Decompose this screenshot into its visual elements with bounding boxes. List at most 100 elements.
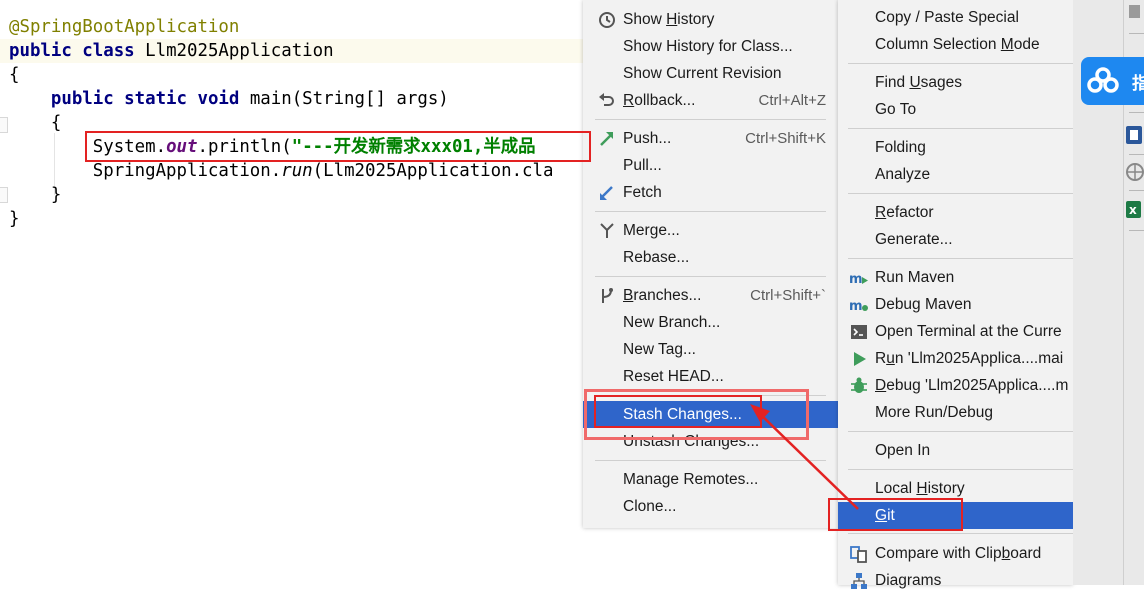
git-menu-item-show-history-for-class[interactable]: Show History for Class...	[583, 33, 838, 60]
git-menu-item-manage-remotes[interactable]: Manage Remotes...	[583, 466, 838, 493]
menu-separator	[848, 63, 1073, 64]
git-menu-item-new-tag[interactable]: New Tag...	[583, 336, 838, 363]
baidu-netdisk-button[interactable]: 指	[1081, 57, 1144, 105]
menu-item-label: Generate...	[875, 231, 953, 248]
context-menu-item-refactor[interactable]: Refactor	[838, 199, 1073, 226]
context-menu-item-generate[interactable]: Generate...	[838, 226, 1073, 253]
globe-icon[interactable]	[1123, 158, 1144, 188]
menu-separator	[848, 128, 1073, 129]
menu-separator	[595, 119, 826, 120]
git-menu-item-merge[interactable]: Merge...	[583, 217, 838, 244]
code-token: run	[281, 161, 313, 181]
code-line[interactable]: @SpringBootApplication	[9, 15, 239, 39]
context-menu-item-open-in[interactable]: Open In	[838, 437, 1073, 464]
code-line[interactable]: }	[9, 207, 19, 231]
context-menu-item-go-to[interactable]: Go To	[838, 96, 1073, 123]
baidu-label: 指	[1132, 74, 1144, 94]
context-menu-item-open-terminal-at-the-curre[interactable]: Open Terminal at the Curre	[838, 318, 1073, 345]
menu-item-label: Run 'Llm2025Applica....mai	[875, 350, 1064, 367]
clock-icon	[597, 6, 617, 33]
git-menu-item-push[interactable]: Push... Ctrl+Shift+K	[583, 125, 838, 152]
menu-item-label: Manage Remotes...	[623, 471, 759, 488]
code-line[interactable]: }	[9, 183, 61, 207]
menu-item-label: Show History for Class...	[623, 38, 793, 55]
svg-text:x: x	[1129, 203, 1137, 217]
menu-item-label: Reset HEAD...	[623, 368, 724, 385]
code-token: Llm2025Application	[145, 41, 334, 61]
git-menu-item-clone[interactable]: Clone...	[583, 493, 838, 520]
menu-separator	[848, 258, 1073, 259]
menu-item-label: Branches...	[623, 287, 702, 304]
menu-item-label: Fetch	[623, 184, 662, 201]
strip-divider	[1129, 112, 1144, 113]
menu-item-label: Debug Maven	[875, 296, 972, 313]
menu-item-label: Rebase...	[623, 249, 690, 266]
fold-marker[interactable]	[0, 117, 8, 133]
git-menu-item-show-current-revision[interactable]: Show Current Revision	[583, 60, 838, 87]
menu-item-label: Analyze	[875, 166, 931, 183]
context-menu-item-analyze[interactable]: Analyze	[838, 161, 1073, 188]
menu-item-label: Merge...	[623, 222, 680, 239]
run-icon	[849, 345, 869, 372]
context-menu-item-run-llm2025applica-mai[interactable]: Run 'Llm2025Applica....mai	[838, 345, 1073, 372]
git-menu-item-branches[interactable]: Branches... Ctrl+Shift+`	[583, 282, 838, 309]
compare-icon	[849, 540, 869, 567]
code-line[interactable]: public static void main(String[] args)	[9, 87, 449, 111]
code-editor[interactable]: @SpringBootApplication public class Llm20…	[0, 0, 583, 585]
menu-item-shortcut: Ctrl+Alt+Z	[758, 92, 826, 109]
context-menu-item-debug-maven[interactable]: m Debug Maven	[838, 291, 1073, 318]
code-line[interactable]: SpringApplication.run(Llm2025Application…	[9, 159, 554, 183]
context-menu-item-column-selection-mode[interactable]: Column Selection Mode	[838, 31, 1073, 58]
context-menu-item-run-maven[interactable]: m Run Maven	[838, 264, 1073, 291]
git-menu-item-new-branch[interactable]: New Branch...	[583, 309, 838, 336]
menu-item-label: New Branch...	[623, 314, 721, 331]
menu-item-shortcut: Ctrl+Shift+`	[750, 287, 826, 304]
code-line[interactable]: public class Llm2025Application	[9, 39, 334, 63]
menu-item-label: Show Current Revision	[623, 65, 782, 82]
menu-item-label: Column Selection Mode	[875, 36, 1040, 53]
word-app-icon[interactable]	[1123, 122, 1144, 152]
code-token: {	[9, 113, 62, 133]
git-menu-item-reset-head[interactable]: Reset HEAD...	[583, 363, 838, 390]
menu-item-label: More Run/Debug	[875, 404, 994, 421]
code-token: @SpringBootApplication	[9, 17, 240, 37]
git-menu-item-pull[interactable]: Pull...	[583, 152, 838, 179]
fold-marker[interactable]	[0, 187, 8, 203]
git-menu-item-rollback[interactable]: Rollback... Ctrl+Alt+Z	[583, 87, 838, 114]
menu-item-label: Pull...	[623, 157, 662, 174]
context-menu-item-copy-paste-special[interactable]: Copy / Paste Special	[838, 4, 1073, 31]
context-menu-item-debug-llm2025applica-m[interactable]: Debug 'Llm2025Applica....m	[838, 372, 1073, 399]
menu-separator	[595, 211, 826, 212]
git-menu-item-show-history[interactable]: Show History	[583, 6, 838, 33]
context-menu-item-more-run-debug[interactable]: More Run/Debug	[838, 399, 1073, 426]
highlight-git-item	[828, 498, 963, 531]
svg-text:m: m	[849, 299, 863, 314]
context-menu-item-diagrams[interactable]: Diagrams	[838, 567, 1073, 594]
code-token: }	[9, 209, 20, 229]
menu-item-label: Open Terminal at the Curre	[875, 323, 1062, 340]
menu-separator	[848, 533, 1073, 534]
menu-separator	[595, 460, 826, 461]
tool-button-top[interactable]	[1123, 2, 1144, 32]
context-menu-item-folding[interactable]: Folding	[838, 134, 1073, 161]
context-menu-item-compare-with-clipboard[interactable]: Compare with Clipboard	[838, 540, 1073, 567]
git-menu-item-fetch[interactable]: Fetch	[583, 179, 838, 206]
strip-divider	[1129, 190, 1144, 191]
menu-item-label: Local History	[875, 480, 965, 497]
code-line[interactable]: {	[9, 111, 61, 135]
menu-item-label: Refactor	[875, 204, 934, 221]
context-menu-item-find-usages[interactable]: Find Usages	[838, 69, 1073, 96]
code-line[interactable]: {	[9, 63, 19, 87]
menu-item-label: Find Usages	[875, 74, 963, 91]
git-menu-item-rebase[interactable]: Rebase...	[583, 244, 838, 271]
strip-divider	[1129, 33, 1144, 34]
excel-app-icon[interactable]: x	[1123, 196, 1144, 226]
git-submenu: Show History Show History for Class... Sho…	[583, 0, 838, 528]
svg-text:m: m	[849, 272, 863, 287]
maven-debug-icon: m	[849, 291, 869, 318]
branch-icon	[597, 282, 617, 309]
highlight-println-line	[85, 131, 591, 162]
push-icon	[597, 125, 617, 152]
fetch-icon	[597, 179, 617, 206]
